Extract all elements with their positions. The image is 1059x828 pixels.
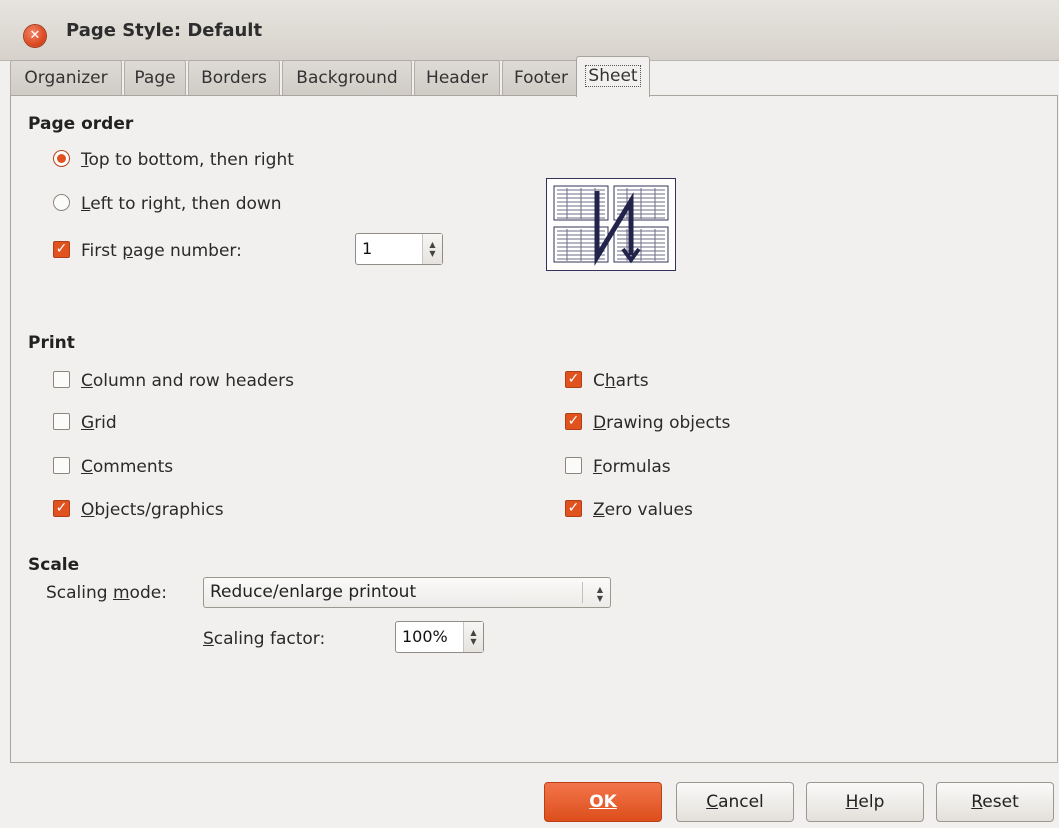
tab-label: Background (296, 68, 398, 88)
tab-label: Sheet (585, 65, 641, 87)
help-button[interactable]: Help (806, 782, 924, 822)
button-label: elp (858, 792, 885, 812)
first-page-number-spinbox[interactable]: 1 ▲ ▼ (355, 233, 443, 265)
reset-button[interactable]: Reset (936, 782, 1054, 822)
spin-arrows-icon[interactable]: ▲ ▼ (422, 234, 442, 264)
radio-left-to-right[interactable]: Left to right, then down (53, 192, 282, 216)
scaling-factor-label: Scaling factor: (203, 627, 325, 651)
mnemonic: F (593, 457, 603, 477)
label-part: age number: (132, 241, 242, 261)
scaling-factor-spinbox[interactable]: 100% ▲ ▼ (395, 621, 484, 653)
page-order-heading: Page order (28, 114, 134, 134)
label-part: ode: (129, 583, 167, 603)
tab-page[interactable]: Page (124, 60, 186, 95)
checkbox[interactable] (53, 456, 70, 474)
mnemonic: C (706, 792, 719, 812)
tab-label: Borders (201, 68, 267, 88)
mnemonic: C (81, 457, 93, 477)
tab-organizer[interactable]: Organizer (10, 60, 122, 95)
tab-label: Page (134, 68, 176, 88)
checkbox-drawing-objects[interactable]: ✓ Drawing objects (565, 411, 730, 435)
first-page-number-checkbox[interactable]: ✓ First page number: (53, 239, 242, 263)
checkbox[interactable]: ✓ (565, 499, 582, 517)
tab-label: Organizer (24, 68, 108, 88)
scaling-mode-label: Scaling mode: (46, 581, 167, 605)
radio-top-to-bottom[interactable]: Top to bottom, then right (53, 148, 294, 172)
tab-footer[interactable]: Footer (502, 60, 580, 95)
button-label: eset (982, 792, 1019, 812)
cancel-button[interactable]: Cancel (676, 782, 794, 822)
mnemonic: Z (593, 500, 605, 520)
title-bar: ✕ Page Style: Default (0, 0, 1059, 61)
mnemonic: G (81, 413, 95, 433)
tab-background[interactable]: Background (282, 60, 412, 95)
checkbox-comments[interactable]: Comments (53, 455, 173, 479)
checkbox-formulas[interactable]: Formulas (565, 455, 671, 479)
checkbox-label: omments (92, 457, 174, 477)
mnemonic: C (81, 371, 93, 391)
label-part: C (593, 371, 605, 391)
tab-header[interactable]: Header (414, 60, 500, 95)
mnemonic: m (112, 583, 130, 603)
updown-arrows-icon: ▲ ▼ (596, 585, 603, 603)
tab-sheet[interactable]: Sheet (576, 56, 650, 97)
checkbox-charts[interactable]: ✓ Charts (565, 369, 649, 393)
spin-value: 1 (362, 239, 373, 258)
mnemonic: O (81, 500, 95, 520)
mnemonic: h (604, 371, 616, 391)
dropdown-value: Reduce/enlarge printout (210, 582, 417, 602)
checkbox[interactable] (565, 456, 582, 474)
checkbox[interactable] (53, 370, 70, 388)
mnemonic: T (81, 150, 89, 170)
mnemonic: p (122, 241, 133, 261)
scale-heading: Scale (28, 555, 80, 575)
checkbox-label: bjects/graphics (94, 500, 224, 520)
label-part: arts (615, 371, 649, 391)
radio-label: eft to right, then down (90, 194, 282, 214)
label-part: Scaling (46, 583, 113, 603)
checkbox-grid[interactable]: Grid (53, 411, 117, 435)
mnemonic: L (81, 194, 91, 214)
tab-borders[interactable]: Borders (188, 60, 280, 95)
tab-label: Header (426, 68, 488, 88)
radio-button[interactable] (53, 193, 70, 211)
scaling-mode-dropdown[interactable]: Reduce/enlarge printout ▲ ▼ (203, 577, 611, 608)
button-label: OK (589, 792, 617, 812)
tab-label: Footer (513, 68, 569, 88)
dropdown-separator (582, 582, 583, 603)
ok-button[interactable]: OK (544, 782, 662, 822)
checkbox[interactable]: ✓ (53, 499, 70, 517)
radio-button[interactable] (53, 149, 70, 167)
checkbox[interactable] (53, 412, 70, 430)
label-part: First (81, 241, 123, 261)
checkbox-label: rid (94, 413, 117, 433)
spin-value: 100% (402, 627, 448, 646)
mnemonic: S (203, 629, 214, 649)
label-part: caling factor: (213, 629, 326, 649)
window-title: Page Style: Default (66, 20, 263, 41)
mnemonic: D (593, 413, 607, 433)
page-order-preview-icon (553, 185, 669, 266)
button-label: ancel (718, 792, 764, 812)
checkbox-zero-values[interactable]: ✓ Zero values (565, 498, 693, 522)
checkbox-label: ero values (604, 500, 693, 520)
close-icon[interactable]: ✕ (24, 25, 46, 47)
checkbox[interactable]: ✓ (565, 370, 582, 388)
spin-arrows-icon[interactable]: ▲ ▼ (463, 622, 483, 652)
radio-label: op to bottom, then right (88, 150, 294, 170)
mnemonic: H (845, 792, 859, 812)
page-order-preview (546, 178, 676, 271)
checkbox-objects-graphics[interactable]: ✓ Objects/graphics (53, 498, 224, 522)
mnemonic: R (971, 792, 983, 812)
print-heading: Print (28, 333, 75, 353)
checkbox[interactable]: ✓ (565, 412, 582, 430)
checkbox-column-row-headers[interactable]: Column and row headers (53, 369, 294, 393)
checkbox[interactable]: ✓ (53, 240, 70, 258)
checkbox-label: rawing objects (606, 413, 731, 433)
checkbox-label: olumn and row headers (92, 371, 294, 391)
checkbox-label: ormulas (602, 457, 671, 477)
